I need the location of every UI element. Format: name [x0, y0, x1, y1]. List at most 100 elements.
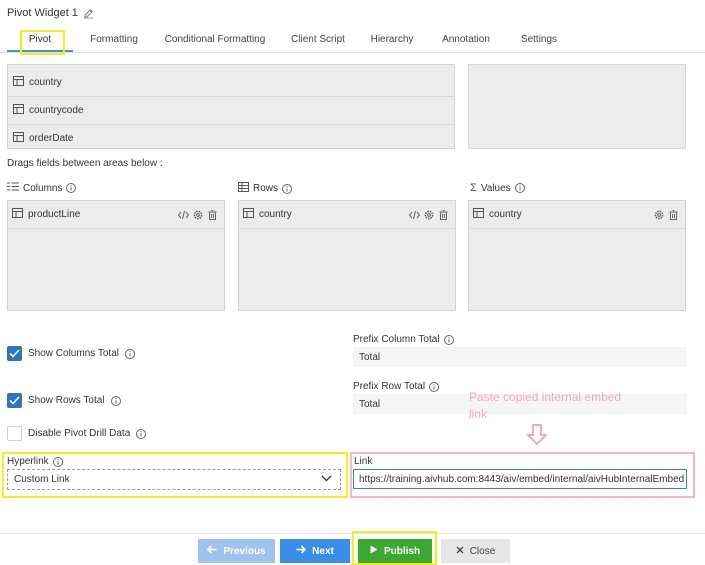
link-label: Link	[354, 456, 373, 467]
publish-button-label: Publish	[383, 545, 421, 557]
rows-area-label: Rows	[238, 182, 293, 195]
close-button-label: Close	[469, 545, 496, 557]
area-item-label: country	[489, 209, 522, 220]
field-item-orderdate[interactable]: orderDate	[8, 125, 454, 148]
chevron-down-icon	[321, 474, 332, 485]
info-icon[interactable]	[282, 183, 293, 194]
field-label: orderDate	[29, 133, 74, 144]
table-field-icon	[13, 76, 24, 89]
hyperlink-selected-value: Custom Link	[14, 474, 70, 485]
tab-label: Hierarchy	[370, 34, 414, 45]
tab-label: Settings	[520, 34, 558, 45]
table-rows-icon	[238, 182, 249, 195]
info-icon[interactable]	[66, 183, 77, 193]
down-arrow-icon	[527, 424, 547, 445]
trash-icon[interactable]	[669, 209, 679, 220]
values-label-text: Values	[480, 182, 511, 194]
values-area-label: Σ Values	[470, 182, 525, 194]
table-field-icon	[12, 208, 23, 221]
show-columns-total-option: Show Columns Total	[7, 346, 135, 361]
table-field-icon	[13, 132, 24, 145]
close-icon	[456, 546, 464, 557]
prefix-column-total-label: Prefix Column Total	[353, 334, 454, 345]
gear-icon[interactable]	[654, 210, 664, 220]
field-label: country	[29, 77, 62, 88]
tab-settings[interactable]: Settings	[510, 28, 568, 52]
tab-hierarchy[interactable]: Hierarchy	[362, 28, 422, 52]
table-field-icon	[473, 208, 484, 221]
tab-label: Conditional Formatting	[164, 34, 266, 45]
field-list[interactable]: country countrycode orderDate	[7, 64, 455, 149]
info-icon[interactable]	[110, 395, 121, 406]
tab-formatting[interactable]: Formatting	[80, 28, 148, 52]
tab-bar: Pivot Formatting Conditional Formatting …	[0, 28, 705, 53]
widget-title-text: Pivot Widget 1	[7, 7, 78, 19]
show-columns-total-label: Show Columns Total	[28, 348, 119, 359]
columns-area-label: Columns	[7, 182, 77, 194]
play-icon	[370, 545, 378, 557]
area-item-label: country	[259, 209, 292, 220]
show-rows-total-option: Show Rows Total	[7, 393, 121, 408]
code-icon[interactable]	[177, 210, 190, 220]
trash-icon[interactable]	[439, 209, 449, 220]
filter-area-box[interactable]	[468, 64, 686, 149]
info-icon[interactable]	[136, 428, 147, 439]
info-icon[interactable]	[443, 334, 454, 345]
arrow-left-icon	[207, 545, 217, 557]
tab-client-script[interactable]: Client Script	[282, 28, 354, 52]
table-field-icon	[243, 208, 254, 221]
show-rows-total-checkbox[interactable]	[7, 393, 22, 408]
tab-annotation[interactable]: Annotation	[432, 28, 500, 52]
info-icon[interactable]	[429, 381, 440, 392]
hyperlink-label-text: Hyperlink	[7, 456, 49, 467]
disable-drill-checkbox[interactable]	[7, 426, 22, 441]
previous-button-label: Previous	[223, 545, 266, 557]
disable-drill-option: Disable Pivot Drill Data	[7, 426, 147, 441]
widget-title: Pivot Widget 1	[7, 7, 94, 19]
columns-label-text: Columns	[23, 182, 63, 194]
annotation-note: Paste copied internal embed link	[469, 390, 622, 421]
prefix-column-total-text: Prefix Column Total	[353, 334, 440, 345]
disable-drill-label: Disable Pivot Drill Data	[28, 428, 131, 439]
gear-icon[interactable]	[193, 210, 203, 220]
prefix-column-total-input[interactable]	[353, 347, 687, 367]
tab-label: Annotation	[442, 34, 490, 45]
prefix-row-total-text: Prefix Row Total	[353, 381, 426, 392]
field-label: countrycode	[29, 105, 84, 116]
hyperlink-label: Hyperlink	[7, 456, 63, 467]
next-button-label: Next	[312, 545, 334, 557]
info-icon[interactable]	[124, 348, 135, 359]
tab-conditional-formatting[interactable]: Conditional Formatting	[156, 28, 274, 52]
gear-icon[interactable]	[424, 210, 434, 220]
prefix-row-total-label: Prefix Row Total	[353, 381, 440, 392]
drag-hint-text: Drags fields between areas below :	[7, 158, 163, 169]
table-field-icon	[13, 104, 24, 117]
sigma-icon: Σ	[470, 182, 477, 194]
publish-button[interactable]: Publish	[358, 539, 432, 563]
show-rows-total-label: Show Rows Total	[28, 395, 105, 406]
next-button[interactable]: Next	[280, 539, 350, 563]
field-item-countrycode[interactable]: countrycode	[8, 97, 454, 125]
info-icon[interactable]	[52, 456, 63, 467]
columns-drop-area[interactable]: productLine	[7, 200, 225, 311]
show-columns-total-checkbox[interactable]	[7, 346, 22, 361]
hyperlink-select[interactable]: Custom Link	[7, 469, 341, 490]
pivot-tab-highlight	[20, 30, 65, 55]
values-drop-area[interactable]: country	[468, 200, 686, 311]
columns-item-productline[interactable]: productLine	[8, 201, 224, 229]
close-button[interactable]: Close	[441, 539, 510, 563]
code-icon[interactable]	[408, 210, 421, 220]
rows-label-text: Rows	[253, 183, 279, 194]
tab-label: Formatting	[90, 34, 138, 45]
arrow-right-icon	[296, 545, 307, 557]
rows-item-country[interactable]: country	[239, 201, 455, 229]
info-icon[interactable]	[514, 183, 525, 193]
previous-button[interactable]: Previous	[198, 539, 275, 563]
pencil-edit-icon[interactable]	[83, 8, 94, 19]
columns-icon	[7, 182, 19, 194]
field-item-country[interactable]: country	[8, 69, 454, 97]
rows-drop-area[interactable]: country	[238, 200, 456, 311]
values-item-country[interactable]: country	[469, 201, 685, 229]
trash-icon[interactable]	[208, 209, 218, 220]
link-input[interactable]	[353, 469, 687, 489]
